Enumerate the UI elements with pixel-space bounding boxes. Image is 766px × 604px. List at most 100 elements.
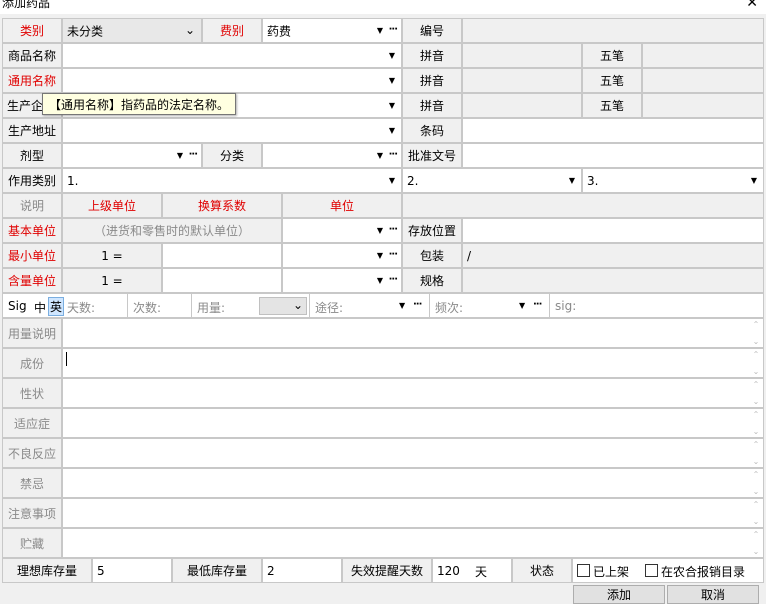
category-select[interactable]: 未分类 ⌄ xyxy=(62,18,202,43)
sig-dose-unit-select[interactable]: ⌄ xyxy=(259,297,307,315)
expiry-unit: 天 xyxy=(475,565,488,579)
scrollbar[interactable]: ⌃ ⌄ xyxy=(751,350,761,376)
scroll-down-icon[interactable]: ⌄ xyxy=(753,517,760,526)
trade-name-input[interactable]: ▼ xyxy=(62,43,402,68)
text-field-label: 性状 xyxy=(2,378,62,408)
ellipsis-icon[interactable]: ··· xyxy=(389,24,398,35)
usage-class-1-select[interactable]: 1. ▼ xyxy=(62,168,402,193)
min-unit-label: 最小单位 xyxy=(2,243,62,268)
dropdown-icon: ▼ xyxy=(176,151,183,160)
scroll-down-icon[interactable]: ⌄ xyxy=(753,427,760,436)
ellipsis-icon[interactable]: ··· xyxy=(389,249,398,260)
dropdown-icon: ▼ xyxy=(750,176,757,185)
generic-name-input[interactable]: ▼ xyxy=(62,68,402,93)
scrollbar[interactable]: ⌃ ⌄ xyxy=(751,470,761,496)
expiry-remind-input[interactable]: 120 天 xyxy=(432,558,512,583)
content-unit-factor-input[interactable] xyxy=(162,268,282,293)
text-field-label: 用量说明 xyxy=(2,318,62,348)
text-field-input[interactable]: ⌃ ⌄ xyxy=(62,528,764,558)
ellipsis-icon[interactable]: ··· xyxy=(533,299,542,310)
sig-times-label: 次数: xyxy=(133,301,162,315)
text-field-input[interactable]: ⌃ ⌄ xyxy=(62,498,764,528)
text-field-label: 禁忌 xyxy=(2,468,62,498)
dropdown-icon: ▼ xyxy=(568,176,575,185)
scroll-down-icon[interactable]: ⌄ xyxy=(753,457,760,466)
scroll-up-icon[interactable]: ⌃ xyxy=(753,320,760,329)
scroll-up-icon[interactable]: ⌃ xyxy=(753,410,760,419)
dropdown-icon: ▼ xyxy=(388,51,395,60)
cancel-button[interactable]: 取消 xyxy=(667,585,759,604)
dropdown-icon[interactable]: ▼ xyxy=(519,301,525,310)
base-unit-select[interactable]: ▼ ··· xyxy=(282,218,402,243)
sig-lang-en-toggle[interactable]: 英 xyxy=(48,297,65,316)
approval-number-input[interactable] xyxy=(462,143,764,168)
text-field-label: 注意事项 xyxy=(2,498,62,528)
sig-lang-zh-toggle[interactable]: 中 xyxy=(34,299,46,316)
barcode-input[interactable] xyxy=(462,118,764,143)
min-unit-select[interactable]: ▼ ··· xyxy=(282,243,402,268)
spec-field xyxy=(462,268,764,293)
scroll-up-icon[interactable]: ⌃ xyxy=(753,500,760,509)
sig-text-label: sig: xyxy=(555,299,577,313)
fee-select[interactable]: 药费 ▼ ··· xyxy=(262,18,402,43)
min-stock-input[interactable]: 2 xyxy=(262,558,342,583)
unit-header: 单位 xyxy=(282,193,402,218)
text-field-input[interactable]: ⌃ ⌄ xyxy=(62,318,764,348)
scrollbar[interactable]: ⌃ ⌄ xyxy=(751,440,761,466)
scroll-down-icon[interactable]: ⌄ xyxy=(753,367,760,376)
on-shelf-checkbox[interactable] xyxy=(577,564,590,577)
scrollbar[interactable]: ⌃ ⌄ xyxy=(751,410,761,436)
scroll-down-icon[interactable]: ⌄ xyxy=(753,397,760,406)
scrollbar[interactable]: ⌃ ⌄ xyxy=(751,530,761,556)
scrollbar[interactable]: ⌃ ⌄ xyxy=(751,320,761,346)
window-title: 添加药品 xyxy=(2,0,51,10)
ideal-stock-input[interactable]: 5 xyxy=(92,558,172,583)
text-field-input[interactable]: ⌃ ⌄ xyxy=(62,468,764,498)
min-unit-factor-input[interactable] xyxy=(162,243,282,268)
barcode-label: 条码 xyxy=(402,118,462,143)
ellipsis-icon[interactable]: ··· xyxy=(189,149,198,160)
title-bar: 添加药品 ✕ xyxy=(0,0,766,14)
desc-header: 说明 xyxy=(2,193,62,218)
add-button[interactable]: 添加 xyxy=(573,585,665,604)
origin-input[interactable]: ▼ xyxy=(62,118,402,143)
on-shelf-label: 已上架 xyxy=(593,565,630,579)
scroll-up-icon[interactable]: ⌃ xyxy=(753,530,760,539)
text-field-input[interactable]: ⌃ ⌄ xyxy=(62,408,764,438)
ellipsis-icon[interactable]: ··· xyxy=(389,224,398,235)
usage-class-3-select[interactable]: 3. ▼ xyxy=(582,168,764,193)
ellipsis-icon[interactable]: ··· xyxy=(389,274,398,285)
trade-wubi-label: 五笔 xyxy=(582,43,642,68)
generic-pinyin-label: 拼音 xyxy=(402,68,462,93)
chevron-down-icon: ⌄ xyxy=(292,298,303,312)
divider xyxy=(191,294,192,317)
scroll-down-icon[interactable]: ⌄ xyxy=(753,337,760,346)
scroll-up-icon[interactable]: ⌃ xyxy=(753,470,760,479)
storage-input[interactable] xyxy=(462,218,764,243)
content-unit-select[interactable]: ▼ ··· xyxy=(282,268,402,293)
ellipsis-icon[interactable]: ··· xyxy=(389,149,398,160)
dosage-form-select[interactable]: ▼ ··· xyxy=(62,143,202,168)
scroll-up-icon[interactable]: ⌃ xyxy=(753,350,760,359)
text-field-input[interactable]: ⌃ ⌄ xyxy=(62,378,764,408)
text-field-input[interactable]: ⌃ ⌄ xyxy=(62,438,764,468)
content-unit-eq: 1 = xyxy=(62,268,162,293)
text-field-label: 成份 xyxy=(2,348,62,378)
scroll-up-icon[interactable]: ⌃ xyxy=(753,380,760,389)
rural-catalog-checkbox[interactable] xyxy=(645,564,658,577)
scroll-down-icon[interactable]: ⌄ xyxy=(753,547,760,556)
code-field xyxy=(462,18,764,43)
close-icon[interactable]: ✕ xyxy=(746,0,758,11)
text-field-input[interactable]: ⌃ ⌄ xyxy=(62,348,764,378)
usage-class-2-select[interactable]: 2. ▼ xyxy=(402,168,582,193)
scrollbar[interactable]: ⌃ ⌄ xyxy=(751,380,761,406)
scrollbar[interactable]: ⌃ ⌄ xyxy=(751,500,761,526)
scroll-down-icon[interactable]: ⌄ xyxy=(753,487,760,496)
content-unit-label: 含量单位 xyxy=(2,268,62,293)
scroll-up-icon[interactable]: ⌃ xyxy=(753,440,760,449)
class-select[interactable]: ▼ ··· xyxy=(262,143,402,168)
ideal-stock-label: 理想库存量 xyxy=(2,558,92,583)
generic-name-label: 通用名称 xyxy=(2,68,62,93)
ellipsis-icon[interactable]: ··· xyxy=(413,299,422,310)
dropdown-icon[interactable]: ▼ xyxy=(399,301,405,310)
